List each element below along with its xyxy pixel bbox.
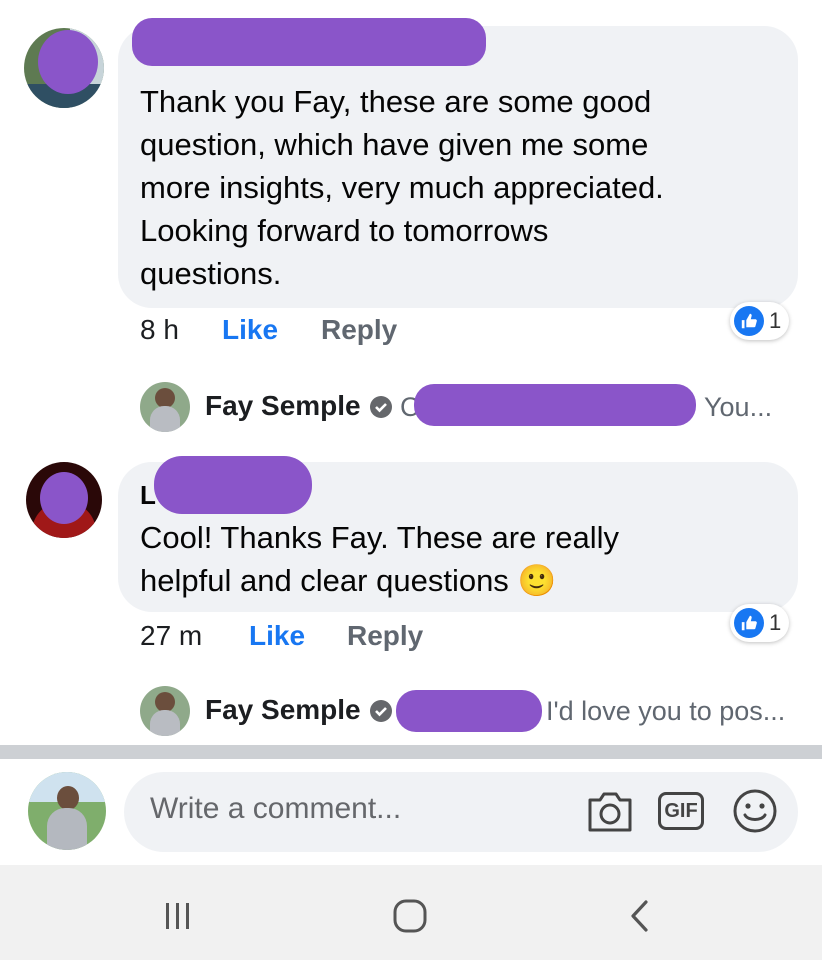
reaction-summary[interactable]: 1 bbox=[730, 302, 790, 340]
commenter-avatar[interactable] bbox=[26, 462, 102, 538]
redaction-mark bbox=[40, 472, 88, 524]
reply-author-avatar[interactable] bbox=[140, 382, 190, 432]
back-icon[interactable] bbox=[628, 899, 652, 933]
verified-badge-icon bbox=[370, 396, 392, 418]
reply-preview-text[interactable]: I'd love you to pos... bbox=[546, 696, 785, 727]
comment-input-placeholder: Write a comment... bbox=[150, 792, 402, 825]
thumbs-up-icon bbox=[734, 608, 764, 638]
redaction-mark bbox=[38, 30, 98, 94]
comment-timestamp: 8 h bbox=[140, 314, 179, 345]
redaction-mark bbox=[396, 690, 542, 732]
comment-text: Cool! Thanks Fay. These are really helpf… bbox=[140, 520, 620, 598]
redaction-mark bbox=[154, 456, 312, 514]
gif-icon[interactable]: GIF bbox=[658, 792, 704, 830]
home-icon[interactable] bbox=[392, 898, 428, 934]
redaction-mark bbox=[132, 18, 486, 66]
verified-badge-icon bbox=[370, 700, 392, 722]
comment-text: Thank you Fay, these are some good quest… bbox=[140, 84, 664, 291]
section-divider bbox=[0, 745, 822, 759]
recent-apps-icon[interactable] bbox=[162, 901, 194, 931]
like-button[interactable]: Like bbox=[249, 620, 305, 652]
reply-preview-text[interactable]: You... bbox=[704, 392, 772, 423]
camera-icon[interactable] bbox=[586, 790, 634, 834]
comment-input[interactable]: Write a comment... GIF bbox=[124, 772, 798, 852]
reply-button[interactable]: Reply bbox=[321, 314, 397, 346]
emoji-icon[interactable] bbox=[732, 788, 778, 834]
thumbs-up-icon bbox=[734, 306, 764, 336]
reply-author-avatar[interactable] bbox=[140, 686, 190, 736]
reaction-summary[interactable]: 1 bbox=[730, 604, 790, 642]
reply-button[interactable]: Reply bbox=[347, 620, 423, 652]
like-button[interactable]: Like bbox=[222, 314, 278, 346]
current-user-avatar[interactable] bbox=[28, 772, 106, 850]
smiley-emoji: 🙂 bbox=[517, 563, 557, 598]
commenter-avatar[interactable] bbox=[24, 28, 104, 108]
gif-label: GIF bbox=[664, 800, 698, 822]
reply-author-name[interactable]: Fay Semple bbox=[205, 390, 361, 422]
system-navigation-bar bbox=[0, 865, 822, 960]
redaction-mark bbox=[414, 384, 696, 426]
reaction-count: 1 bbox=[769, 308, 782, 333]
reaction-count: 1 bbox=[769, 610, 782, 635]
comment-timestamp: 27 m bbox=[140, 620, 203, 651]
reply-author-name[interactable]: Fay Semple bbox=[205, 694, 361, 726]
